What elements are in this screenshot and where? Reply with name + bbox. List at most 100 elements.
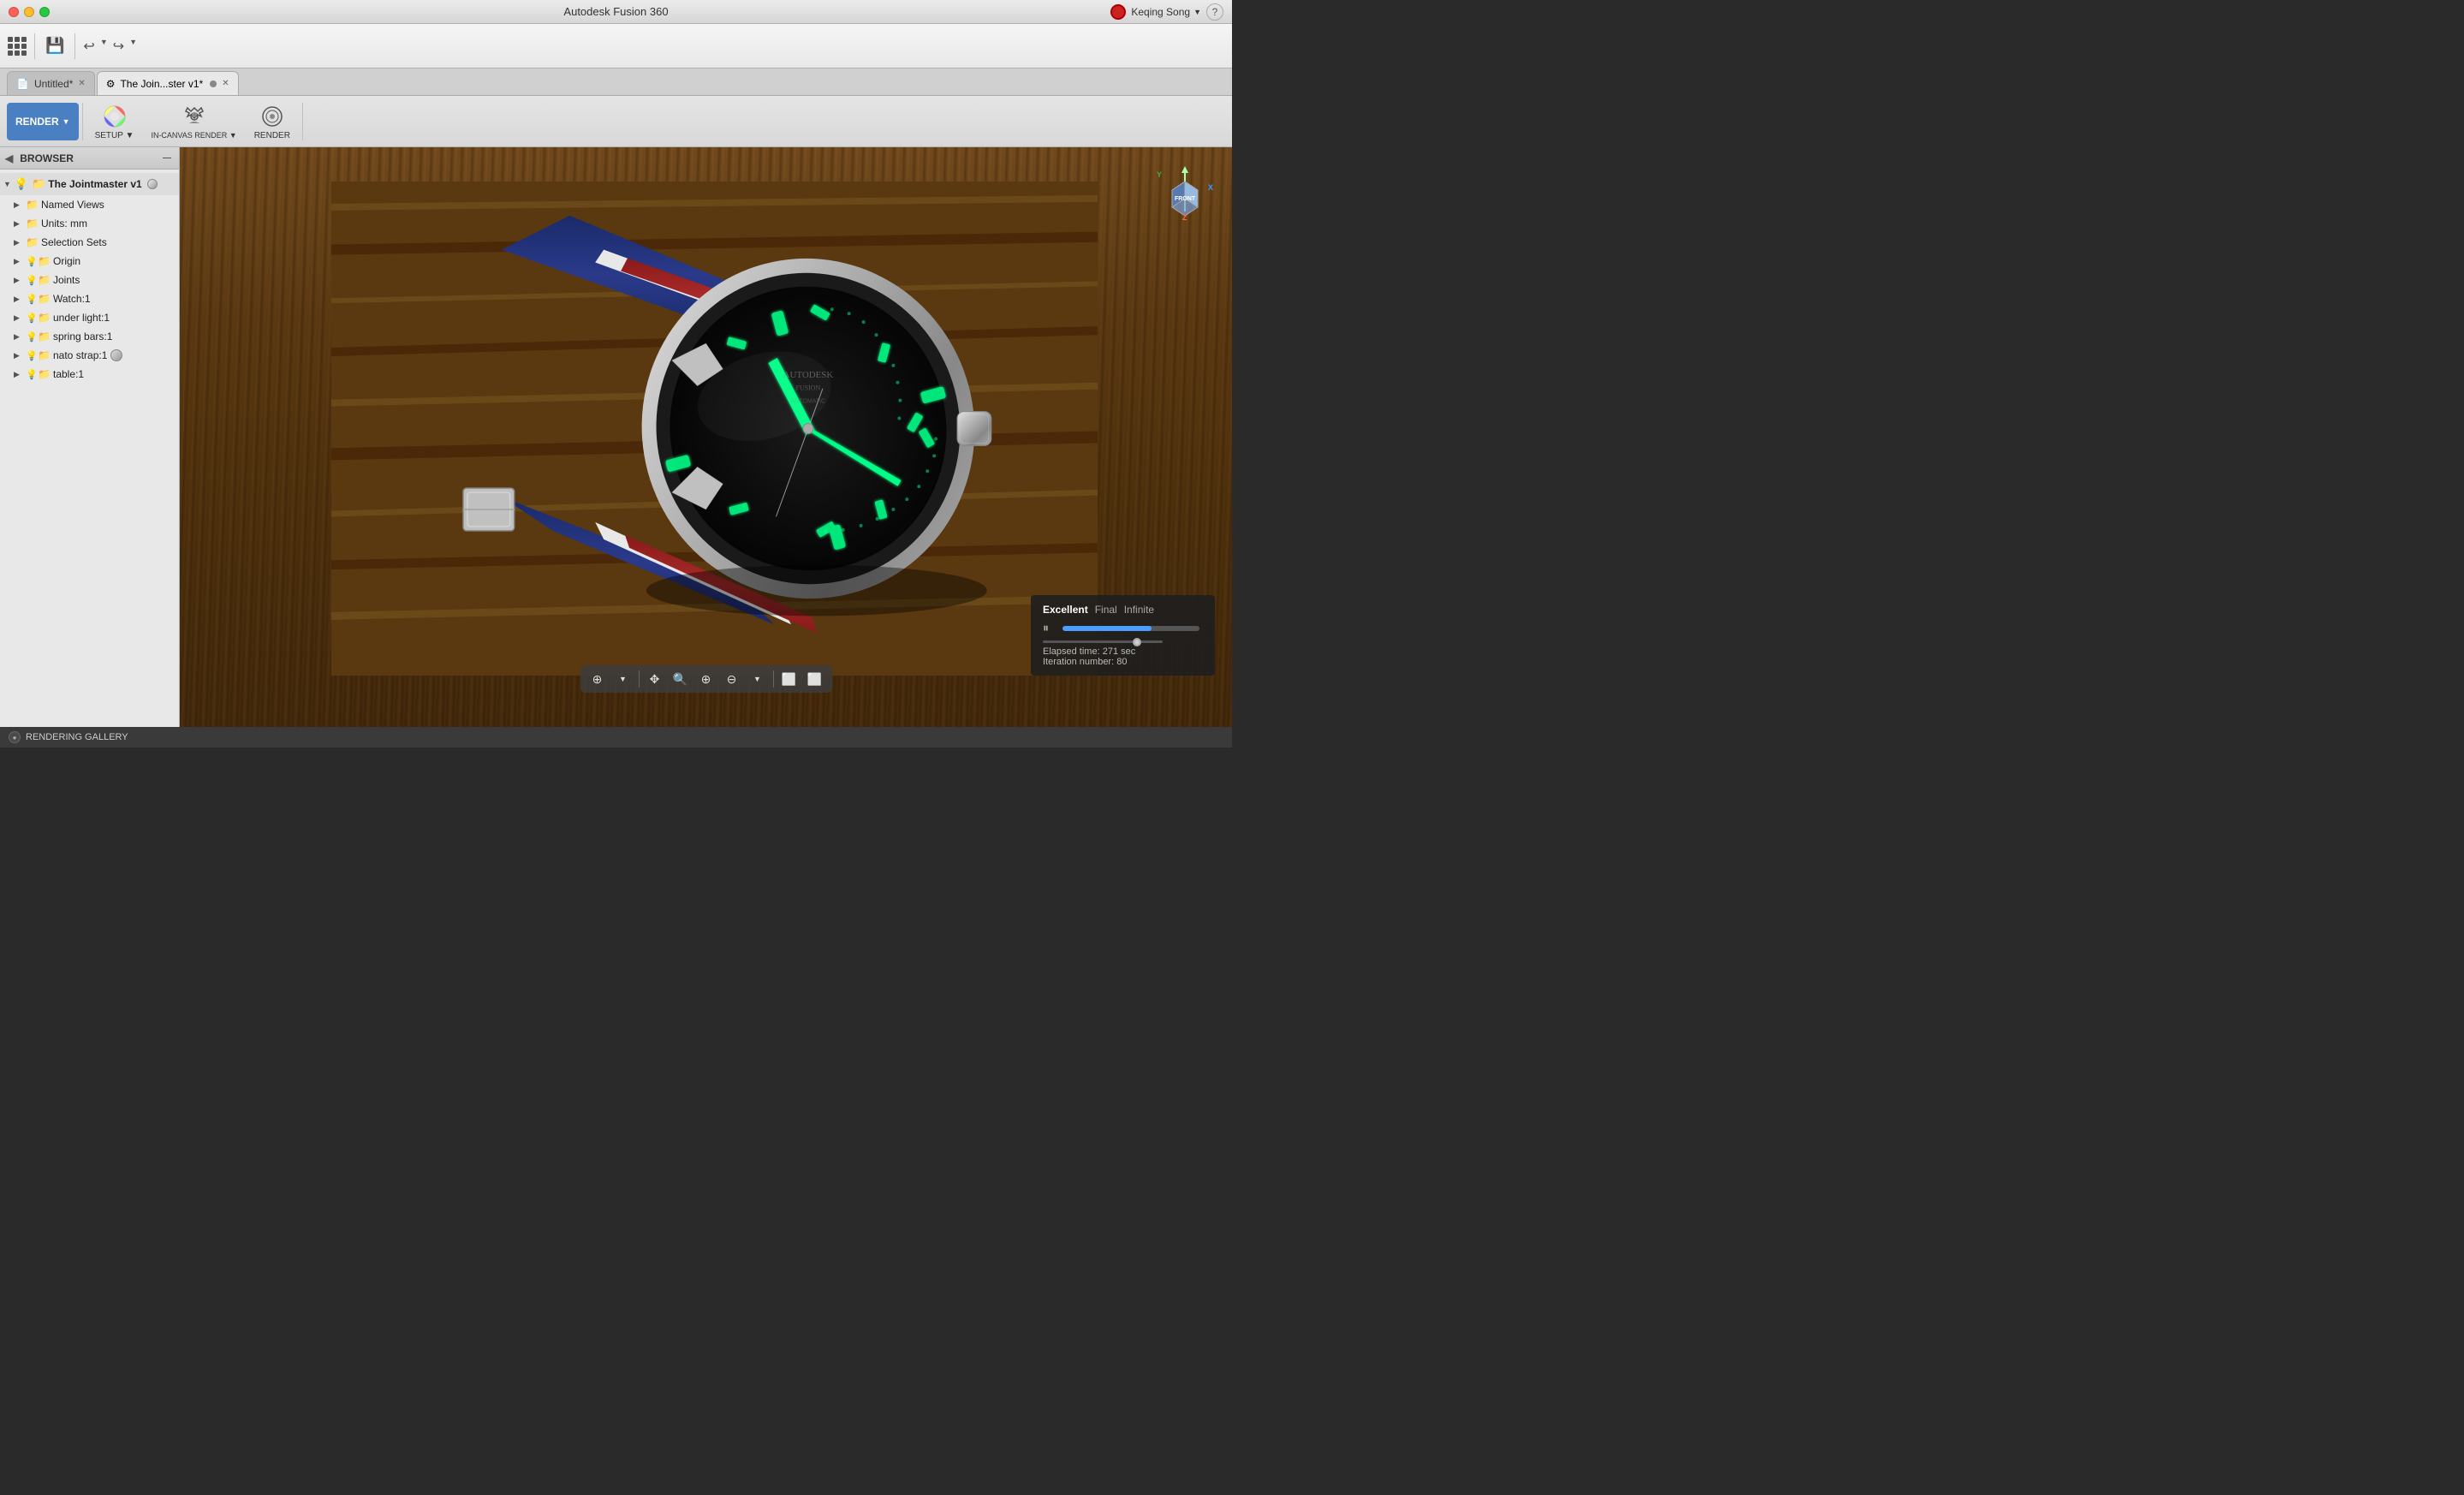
tab-close-untitled[interactable]: ✕ xyxy=(78,80,85,88)
status-bar: ● RENDERING GALLERY xyxy=(0,727,1232,748)
browser-item-nato-strap[interactable]: ▶ 💡 📁 nato strap:1 xyxy=(0,346,179,365)
bt-sep-2 xyxy=(773,670,774,688)
spring-bars-expand[interactable]: ▶ xyxy=(14,332,26,342)
scene-settings-label: IN-CANVAS RENDER ▼ xyxy=(151,131,236,140)
browser-minimize-button[interactable]: — xyxy=(160,152,174,165)
orbit-icon: ⊕ xyxy=(592,672,603,687)
maximize-button[interactable] xyxy=(39,7,50,17)
browser-item-watch[interactable]: ▶ 💡 📁 Watch:1 xyxy=(0,289,179,308)
units-label: Units: mm xyxy=(41,217,87,229)
svg-text:Z: Z xyxy=(1182,213,1187,222)
origin-visibility-icon[interactable]: 💡 xyxy=(26,256,38,267)
render-quality-slider-thumb[interactable] xyxy=(1133,638,1141,646)
scene-settings-tool[interactable]: IN-CANVAS RENDER ▼ xyxy=(142,99,245,143)
redo-button[interactable]: ↪ xyxy=(110,34,127,58)
bottom-toolbar: ⊕ ▼ ✥ 🔍 ⊕ ⊖ ▼ ⬜ ⬜ xyxy=(580,665,832,693)
under-light-visibility-icon[interactable]: 💡 xyxy=(26,313,38,324)
help-button[interactable]: ? xyxy=(1206,3,1223,21)
render-stats: Elapsed time: 271 sec Iteration number: … xyxy=(1043,646,1203,667)
tab-untitled[interactable]: 📄 Untitled* ✕ xyxy=(7,71,95,95)
user-name: Keqing Song xyxy=(1131,6,1190,18)
render-quality-final[interactable]: Final xyxy=(1095,604,1117,616)
apps-grid-button[interactable] xyxy=(5,34,29,58)
zoom-dropdown[interactable]: ▼ xyxy=(746,669,770,689)
under-light-expand[interactable]: ▶ xyxy=(14,313,26,323)
browser-root-item[interactable]: ▼ 💡 📁 The Jointmaster v1 xyxy=(0,173,179,195)
scene-settings-icon xyxy=(181,103,208,130)
render-mode-button[interactable]: RENDER ▼ xyxy=(7,103,79,140)
zoom-out-button[interactable]: ⊖ xyxy=(720,669,744,689)
joints-visibility-icon[interactable]: 💡 xyxy=(26,275,38,286)
close-button[interactable] xyxy=(9,7,19,17)
window-controls[interactable] xyxy=(9,7,50,17)
nato-strap-expand[interactable]: ▶ xyxy=(14,351,26,360)
tab-close-jointmaster[interactable]: ✕ xyxy=(222,80,229,88)
orbit-dropdown[interactable]: ▼ xyxy=(611,669,635,689)
origin-expand[interactable]: ▶ xyxy=(14,257,26,266)
render-quality-slider[interactable] xyxy=(1043,640,1203,643)
zoom-out-icon: ⊖ xyxy=(727,672,737,687)
undo-dropdown[interactable]: ▼ xyxy=(98,34,110,58)
toolbar-separator-2 xyxy=(74,33,75,59)
pan-button[interactable]: ✥ xyxy=(643,669,667,689)
units-expand[interactable]: ▶ xyxy=(14,219,26,229)
display-mode-button[interactable]: ⬜ xyxy=(777,669,801,689)
root-label: The Jointmaster v1 xyxy=(48,178,141,190)
pan-icon: ✥ xyxy=(650,672,660,687)
watch-visibility-icon[interactable]: 💡 xyxy=(26,294,38,305)
app-title: Autodesk Fusion 360 xyxy=(563,5,668,18)
named-views-expand[interactable]: ▶ xyxy=(14,200,26,210)
zoom-in-button[interactable]: ⊕ xyxy=(694,669,718,689)
browser-item-under-light[interactable]: ▶ 💡 📁 under light:1 xyxy=(0,308,179,327)
browser-item-joints[interactable]: ▶ 💡 📁 Joints xyxy=(0,271,179,289)
render-pause-button[interactable]: ⏸ xyxy=(1043,621,1049,635)
spring-bars-visibility-icon[interactable]: 💡 xyxy=(26,331,38,342)
selection-sets-expand[interactable]: ▶ xyxy=(14,238,26,247)
root-eye-icon[interactable]: 💡 xyxy=(15,177,28,191)
user-menu[interactable]: Keqing Song ▼ xyxy=(1131,6,1201,18)
setup-tool[interactable]: SETUP ▼ xyxy=(86,99,143,144)
orbit-button[interactable]: ⊕ xyxy=(586,669,610,689)
table-visibility-icon[interactable]: 💡 xyxy=(26,369,38,380)
table-expand[interactable]: ▶ xyxy=(14,370,26,379)
watch-label: Watch:1 xyxy=(53,293,91,305)
browser-item-table[interactable]: ▶ 💡 📁 table:1 xyxy=(0,365,179,384)
undo-button[interactable]: ↩ xyxy=(80,34,97,58)
browser-item-selection-sets[interactable]: ▶ 📁 Selection Sets xyxy=(0,233,179,252)
viewport[interactable]: AUTODESK FUSION AUTOMATIC xyxy=(180,147,1232,727)
watch-expand[interactable]: ▶ xyxy=(14,295,26,304)
user-arrow: ▼ xyxy=(1193,8,1201,16)
record-button[interactable] xyxy=(1110,4,1126,20)
tab-label-jointmaster: The Join...ster v1* xyxy=(120,78,203,90)
apps-grid-icon xyxy=(8,37,27,56)
zoom-fit-button[interactable]: 🔍 xyxy=(669,669,693,689)
browser-item-named-views[interactable]: ▶ 📁 Named Views xyxy=(0,195,179,214)
redo-dropdown[interactable]: ▼ xyxy=(127,34,140,58)
browser-item-spring-bars[interactable]: ▶ 💡 📁 spring bars:1 xyxy=(0,327,179,346)
browser-item-units[interactable]: ▶ 📁 Units: mm xyxy=(0,214,179,233)
viewcube[interactable]: FRONT X Y Z xyxy=(1155,164,1215,224)
joints-expand[interactable]: ▶ xyxy=(14,276,26,285)
named-views-label: Named Views xyxy=(41,199,104,211)
main-toolbar: 💾 ↩ ▼ ↪ ▼ xyxy=(0,24,1232,68)
watch-render: AUTODESK FUSION AUTOMATIC xyxy=(265,182,1164,676)
browser-tree: ▼ 💡 📁 The Jointmaster v1 ▶ 📁 Named Views… xyxy=(0,170,179,727)
root-expand-arrow[interactable]: ▼ xyxy=(3,180,11,188)
camera-tool[interactable]: RENDER xyxy=(246,99,299,144)
save-button[interactable]: 💾 xyxy=(40,33,69,58)
minimize-button[interactable] xyxy=(24,7,34,17)
render-quality-excellent[interactable]: Excellent xyxy=(1043,604,1088,616)
under-light-label: under light:1 xyxy=(53,312,110,324)
elapsed-label: Elapsed time: xyxy=(1043,646,1100,657)
render-quality-infinite[interactable]: Infinite xyxy=(1124,604,1154,616)
status-icon: ● xyxy=(9,731,21,743)
tab-icon-jointmaster: ⚙ xyxy=(106,78,116,90)
tab-jointmaster[interactable]: ⚙ The Join...ster v1* ✕ xyxy=(97,71,239,95)
browser-item-origin[interactable]: ▶ 💡 📁 Origin xyxy=(0,252,179,271)
browser-collapse-button[interactable]: ◀ xyxy=(5,152,13,164)
browser-header: ◀ BROWSER — xyxy=(0,147,179,170)
nato-strap-visibility-icon[interactable]: 💡 xyxy=(26,350,38,361)
display-settings-button[interactable]: ⬜ xyxy=(803,669,827,689)
browser-title: BROWSER xyxy=(20,152,74,164)
browser-panel: ◀ BROWSER — ▼ 💡 📁 The Jointmaster v1 ▶ 📁… xyxy=(0,147,180,727)
